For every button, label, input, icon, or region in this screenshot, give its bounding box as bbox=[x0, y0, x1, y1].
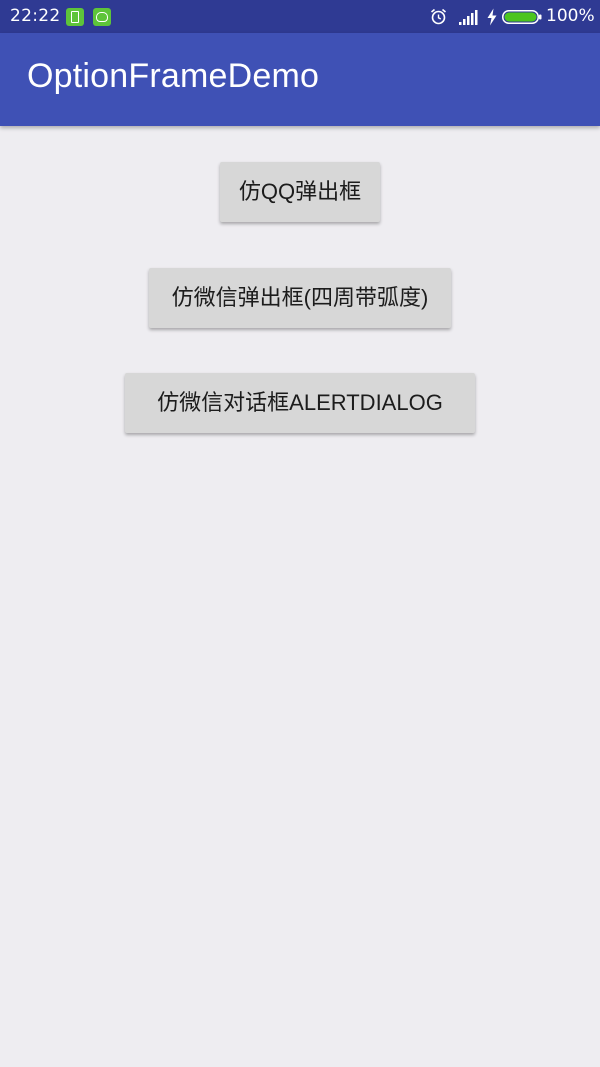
battery-percent: 100% bbox=[546, 6, 595, 26]
qq-popup-button[interactable]: 仿QQ弹出框 bbox=[220, 162, 380, 222]
charging-bolt-icon bbox=[487, 8, 497, 26]
android-robot-icon bbox=[93, 8, 111, 26]
app-bar: OptionFrameDemo bbox=[0, 33, 600, 126]
sim-card-icon bbox=[66, 8, 84, 26]
signal-strength-icon bbox=[459, 10, 478, 25]
battery-icon bbox=[502, 10, 542, 24]
status-bar: 22:22 100% bbox=[0, 0, 600, 33]
alarm-clock-icon bbox=[430, 8, 447, 25]
wechat-alertdialog-button[interactable]: 仿微信对话框ALERTDIALOG bbox=[125, 373, 475, 433]
wechat-rounded-popup-button[interactable]: 仿微信弹出框(四周带弧度) bbox=[149, 268, 451, 328]
status-time: 22:22 bbox=[10, 6, 61, 26]
app-title: OptionFrameDemo bbox=[27, 57, 320, 95]
